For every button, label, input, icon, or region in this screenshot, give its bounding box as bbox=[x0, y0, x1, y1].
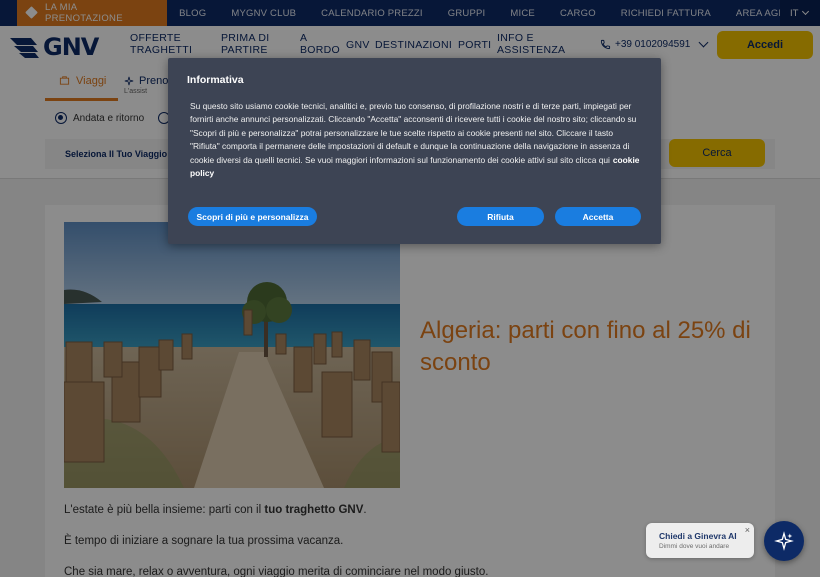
close-icon[interactable]: × bbox=[745, 525, 750, 535]
assistant-title: Chiedi a Ginevra AI bbox=[659, 531, 737, 541]
accept-cookies-button[interactable]: Accetta bbox=[555, 207, 641, 226]
assistant-prompt[interactable]: Chiedi a Ginevra AI Dimmi dove vuoi anda… bbox=[646, 523, 754, 558]
cookie-dialog-title: Informativa bbox=[187, 74, 244, 86]
sparkle-icon bbox=[774, 531, 794, 551]
customize-cookies-button[interactable]: Scopri di più e personalizza bbox=[188, 207, 317, 226]
assistant-button[interactable] bbox=[764, 521, 804, 561]
cookie-consent-dialog: Informativa Su questo sito usiamo cookie… bbox=[168, 58, 661, 244]
cookie-dialog-text: Su questo sito usiamo cookie tecnici, an… bbox=[190, 101, 637, 165]
assistant-subtitle: Dimmi dove vuoi andare bbox=[659, 543, 730, 550]
cookie-dialog-body: Su questo sito usiamo cookie tecnici, an… bbox=[190, 100, 640, 180]
reject-cookies-button[interactable]: Rifiuta bbox=[457, 207, 544, 226]
